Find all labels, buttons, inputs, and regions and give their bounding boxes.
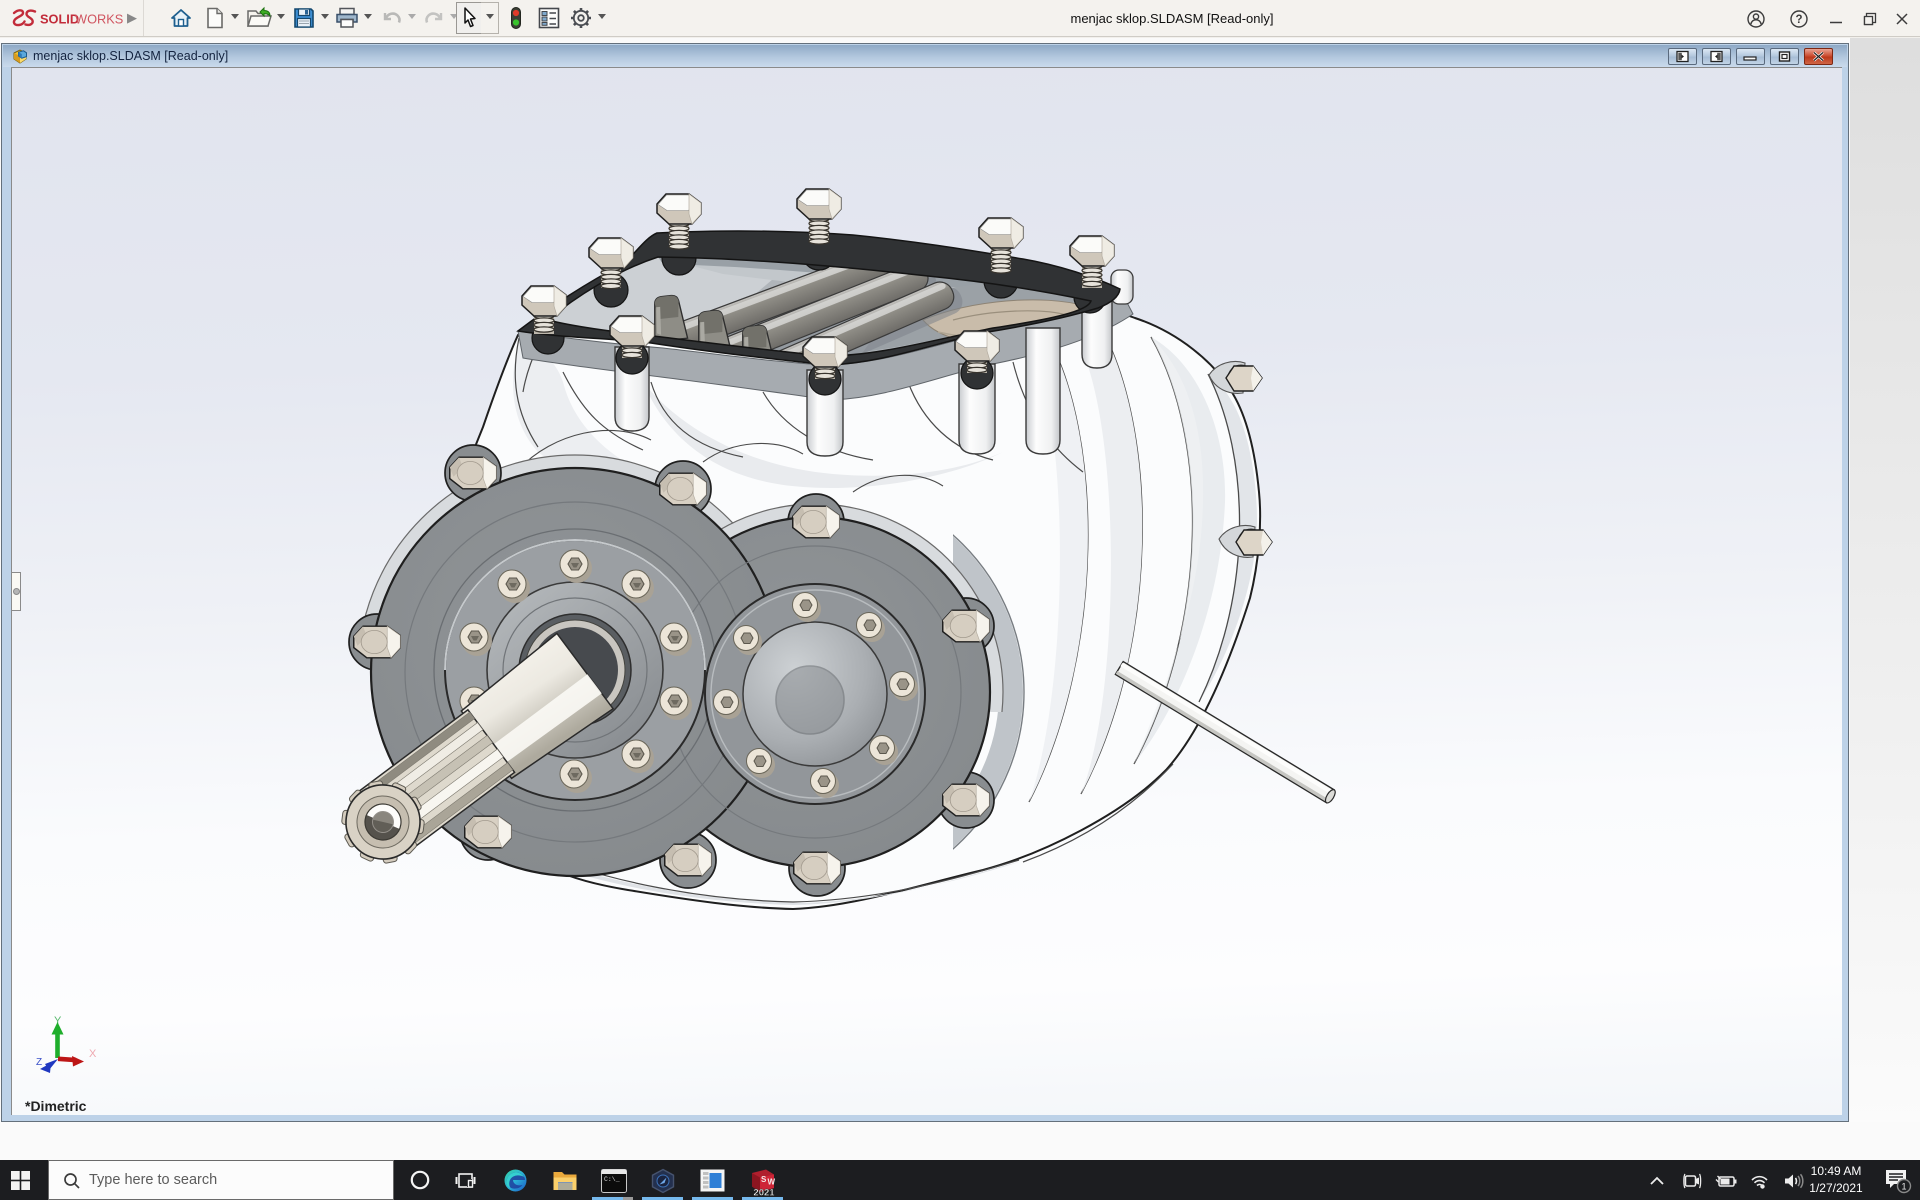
svg-text:X: X bbox=[89, 1048, 97, 1060]
svg-text:WORKS: WORKS bbox=[75, 12, 123, 27]
svg-text:Z: Z bbox=[36, 1057, 42, 1068]
svg-text:S: S bbox=[761, 1175, 767, 1184]
svg-text:?: ? bbox=[1795, 14, 1802, 26]
svg-text:W: W bbox=[768, 1178, 776, 1187]
svg-text:1: 1 bbox=[1901, 1182, 1906, 1192]
svg-text:C:\_: C:\_ bbox=[604, 1176, 620, 1183]
svg-text:2021: 2021 bbox=[753, 1188, 775, 1198]
svg-text:SOLID: SOLID bbox=[40, 12, 79, 27]
